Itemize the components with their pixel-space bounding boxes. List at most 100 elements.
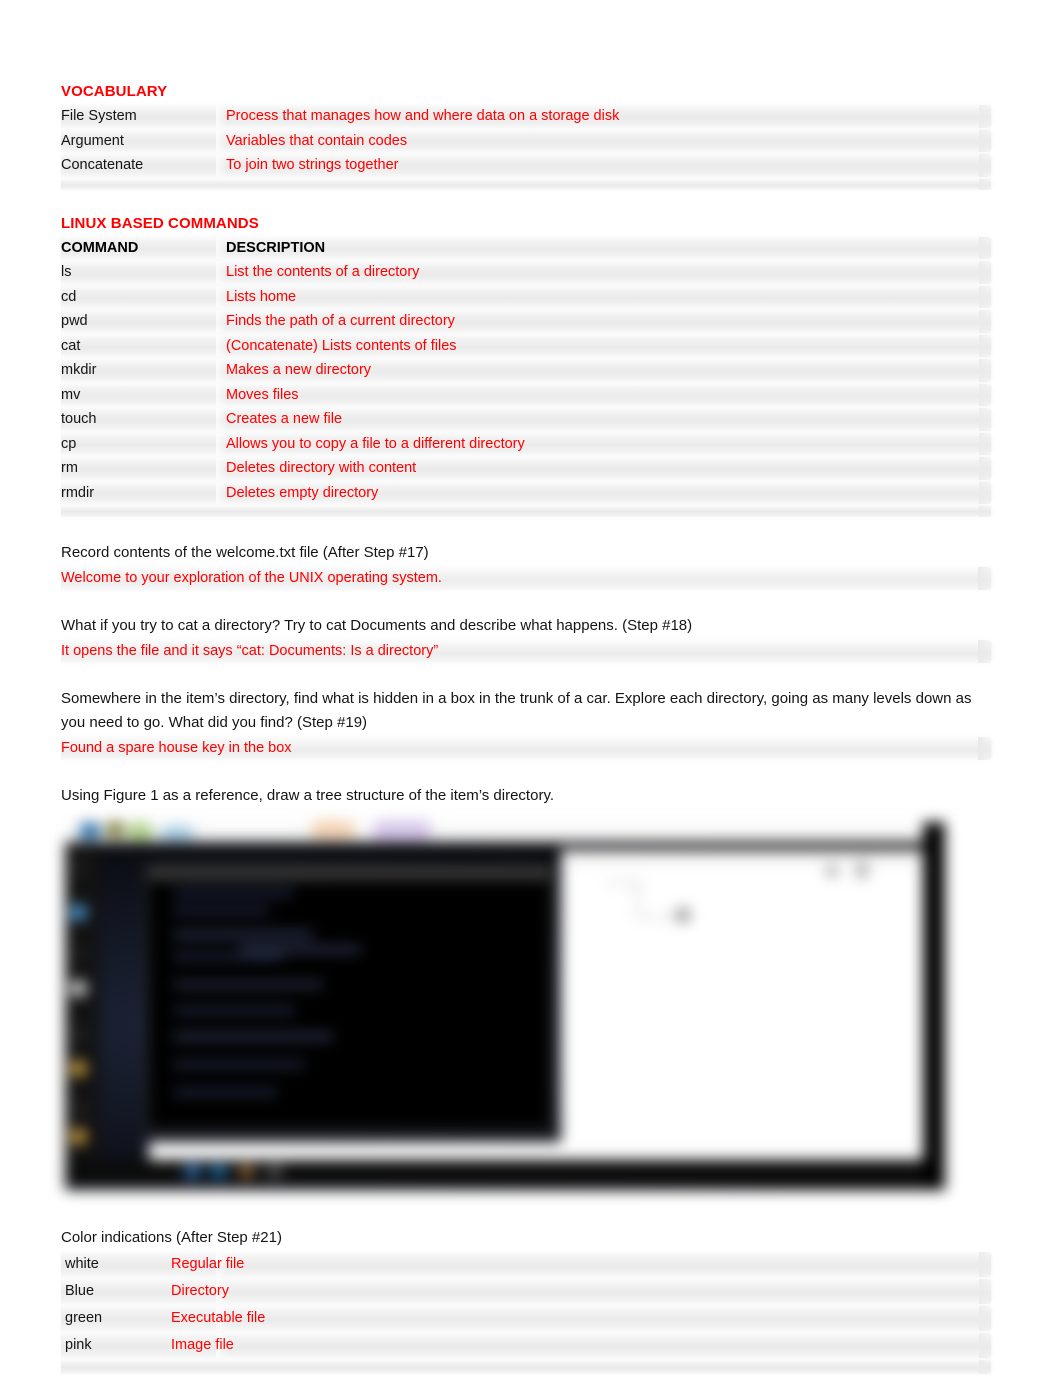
command-name: cp — [61, 435, 77, 452]
table-row: ls List the contents of a directory — [61, 261, 995, 284]
color-indications-heading: Color indications (After Step #21) — [61, 1229, 282, 1246]
screen-right-bezel — [923, 822, 945, 1190]
command-description: Lists home — [226, 288, 297, 305]
column-header-description: DESCRIPTION — [226, 239, 326, 256]
sidebar-icon-files — [70, 858, 87, 875]
table-row: cp Allows you to copy a file to a differ… — [61, 432, 995, 455]
answer-text: It opens the file and it says “cat: Docu… — [61, 643, 439, 659]
table-row: cat (Concatenate) Lists contents of file… — [61, 334, 995, 357]
sidebar-icon-settings — [70, 1026, 87, 1043]
terminal-text-line — [173, 1006, 295, 1015]
figure-block: Using Figure 1 as a reference, draw a tr… — [61, 784, 1001, 1200]
command-name: cd — [61, 288, 77, 305]
question-prompt: Record contents of the welcome.txt file … — [61, 544, 429, 561]
command-name: rm — [61, 460, 78, 476]
table-row: touch Creates a new file — [61, 408, 995, 431]
terminal-text-line — [173, 952, 283, 961]
vocabulary-heading: VOCABULARY — [61, 83, 168, 100]
vocabulary-term: Argument — [61, 132, 124, 149]
window-statusbar — [149, 1142, 937, 1160]
terminal-text-line — [173, 1032, 333, 1041]
command-name: ls — [61, 264, 72, 280]
table-row: cd Lists home — [61, 285, 995, 308]
browser-tab-strip — [65, 820, 937, 842]
app-icon-purple — [373, 821, 431, 840]
document-panel-toolbar — [561, 850, 931, 864]
vocabulary-definition: To join two strings together — [226, 157, 399, 173]
document-sketch-line — [856, 862, 868, 878]
terminal-prompt-line — [241, 946, 361, 953]
command-description: (Concatenate) Lists contents of files — [226, 337, 457, 354]
table-row: File System Process that manages how and… — [61, 105, 995, 128]
terminal-text-line — [173, 980, 323, 989]
table-row: mkdir Makes a new directory — [61, 359, 995, 382]
figure-prompt: Using Figure 1 as a reference, draw a tr… — [61, 787, 554, 804]
table-row-empty — [61, 178, 995, 190]
command-description: Finds the path of a current directory — [226, 313, 455, 329]
sidebar-icon-store — [70, 1128, 87, 1145]
question-block-1: Record contents of the welcome.txt file … — [61, 541, 1001, 590]
command-description: Creates a new file — [226, 411, 343, 427]
table-row: Concatenate To join two strings together — [61, 154, 995, 177]
vocabulary-definition: Variables that contain codes — [226, 132, 408, 149]
table-row: green Executable file — [61, 1306, 995, 1331]
terminal-text-line — [173, 1088, 277, 1097]
command-description: Allows you to copy a file to a different… — [226, 435, 525, 452]
question-prompt: What if you try to cat a directory? Try … — [61, 617, 693, 634]
color-indications-table: white Regular file Blue Directory green … — [61, 1252, 1001, 1374]
vocabulary-definition: Process that manages how and where data … — [226, 108, 620, 124]
question-prompt: Somewhere in the item’s directory, find … — [61, 690, 972, 731]
document-sketch-node — [676, 908, 690, 922]
vocabulary-term: Concatenate — [61, 157, 144, 173]
sidebar-icon-terminal — [70, 946, 87, 963]
document-panel — [561, 850, 931, 1150]
answer-field[interactable]: Found a spare house key in the box — [61, 737, 996, 760]
embedded-screenshot-figure — [61, 820, 1001, 1200]
command-name: rmdir — [61, 484, 95, 501]
app-icon-green — [127, 822, 153, 841]
answer-field[interactable]: Welcome to your exploration of the UNIX … — [61, 567, 996, 590]
document-sketch-line — [826, 865, 838, 877]
app-icon-peach — [311, 821, 355, 839]
table-row: mv Moves files — [61, 383, 995, 406]
table-row-empty — [61, 506, 995, 517]
command-name: pwd — [61, 313, 88, 329]
app-icon-olive — [105, 821, 125, 838]
table-row: Blue Directory — [61, 1279, 995, 1304]
color-meaning: Regular file — [171, 1256, 245, 1272]
terminal-text-line — [173, 1060, 305, 1069]
table-row: rm Deletes directory with content — [61, 457, 995, 480]
command-name: cat — [61, 337, 81, 354]
command-name: touch — [61, 411, 97, 427]
sidebar-icon-app — [70, 1100, 87, 1117]
sidebar-icon-browser — [70, 904, 87, 921]
command-description: Deletes empty directory — [226, 484, 379, 501]
command-name: mv — [61, 386, 81, 403]
command-description: Makes a new directory — [226, 362, 372, 378]
sidebar-icon-disk — [70, 980, 87, 997]
document-content: VOCABULARY File System Process that mana… — [61, 82, 1001, 1376]
terminal-text-line — [173, 930, 313, 939]
commands-heading: LINUX BASED COMMANDS — [61, 214, 259, 232]
answer-field[interactable]: It opens the file and it says “cat: Docu… — [61, 640, 996, 663]
answer-text: Welcome to your exploration of the UNIX … — [61, 570, 442, 586]
commands-table: COMMAND DESCRIPTION ls List the contents… — [61, 236, 1001, 517]
answer-text: Found a spare house key in the box — [61, 740, 292, 756]
command-description: List the contents of a directory — [226, 264, 420, 280]
table-row: rmdir Deletes empty directory — [61, 481, 995, 504]
table-row: pwd Finds the path of a current director… — [61, 310, 995, 333]
app-icon-skyblue — [159, 825, 195, 842]
command-description: Moves files — [226, 386, 299, 403]
document-sketch-line — [606, 882, 644, 884]
vocabulary-table: File System Process that manages how and… — [61, 105, 1001, 190]
command-description: Deletes directory with content — [226, 460, 417, 476]
vocabulary-term: File System — [61, 108, 137, 124]
terminal-titlebar — [149, 868, 549, 880]
table-row-empty — [61, 1360, 995, 1374]
table-row: white Regular file — [61, 1252, 995, 1277]
sidebar-icon-folder — [70, 1060, 87, 1077]
taskbar-icon-gray — [267, 1165, 282, 1178]
taskbar-icon-teal — [211, 1165, 226, 1178]
app-icon-blue — [79, 822, 101, 840]
table-header-row: COMMAND DESCRIPTION — [61, 236, 995, 259]
